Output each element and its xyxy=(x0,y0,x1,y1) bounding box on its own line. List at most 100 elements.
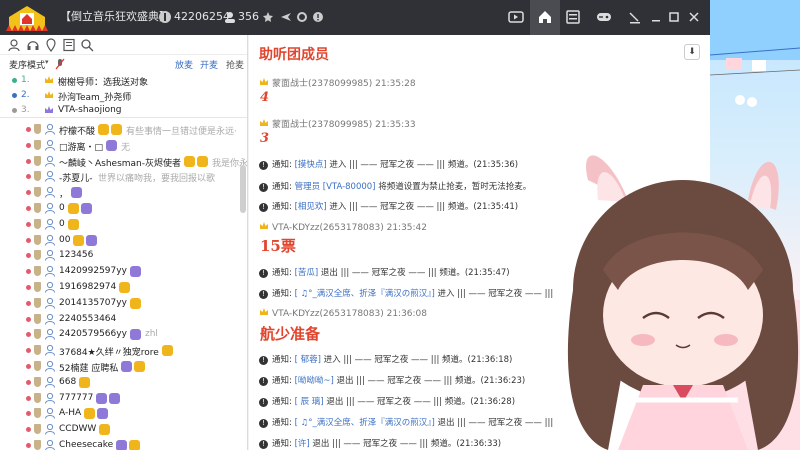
grab-mic-link[interactable]: 抢麦 xyxy=(226,58,244,71)
user-list-item[interactable]: □游离・□ 无 xyxy=(0,137,240,154)
user-avatar-icon xyxy=(45,376,55,388)
user-avatar-icon xyxy=(45,439,55,450)
user-avatar-icon xyxy=(45,313,55,325)
user-list-item[interactable]: 668 xyxy=(0,374,240,391)
notice-text: 进入 ||| —— 冠军之夜 —— ||| 频道。(21:35:36) xyxy=(326,160,519,170)
maximize-icon[interactable] xyxy=(668,9,680,25)
user-name: A-HA xyxy=(59,408,82,419)
sender-and-time: 蒙面战士(2378099985) 21:35:28 xyxy=(272,79,416,89)
notice-user[interactable]: [许] xyxy=(295,439,310,449)
gamepad-icon[interactable] xyxy=(596,9,612,25)
plane-icon[interactable] xyxy=(280,9,292,25)
scroll-bottom-button[interactable]: ⬇ xyxy=(684,44,700,60)
notice-user[interactable]: [ ♫°_满汉全席、折泽『满汉の煎汉』] xyxy=(295,418,435,428)
crown-icon xyxy=(45,76,53,83)
mic-queue-item[interactable]: 3. VTA-shaojiong xyxy=(0,103,247,118)
crown-icon xyxy=(260,308,268,315)
user-list-item[interactable]: 0 xyxy=(0,200,240,217)
list-icon[interactable] xyxy=(566,9,580,25)
star-icon[interactable] xyxy=(262,9,274,25)
notes-icon[interactable] xyxy=(62,38,76,52)
online-dot xyxy=(26,174,31,180)
notice-user[interactable]: [ 辰 璃] xyxy=(295,397,324,407)
minimize-tray-icon[interactable] xyxy=(628,9,642,25)
user-list-item[interactable]: CCDWW xyxy=(0,421,240,438)
open-mic-link[interactable]: 开麦 xyxy=(200,58,218,71)
user-list-item[interactable]: 52楠莛 应聘私 xyxy=(0,358,240,375)
mic-muted-icon[interactable] xyxy=(55,58,65,70)
member-shield-icon xyxy=(34,266,41,277)
online-dot xyxy=(26,427,31,433)
user-list-scrollbar[interactable] xyxy=(240,165,246,213)
user-list-item[interactable]: A-HA xyxy=(0,405,240,422)
crown-badge-icon xyxy=(84,408,95,420)
user-list-item[interactable]: 37684★久绊〃独宠rore xyxy=(0,342,240,359)
user-signature: 无 xyxy=(121,142,131,153)
notice-user[interactable]: [摸快点] xyxy=(295,160,327,170)
search-icon[interactable] xyxy=(80,38,94,52)
notice-user[interactable]: 管理员 [VTA-80000] xyxy=(295,182,376,192)
user-icon[interactable] xyxy=(7,38,21,52)
notice-text: 进入 ||| —— 冠军之夜 —— ||| 频道。(21:35:41) xyxy=(326,202,519,212)
mic-mode-select[interactable]: 麦序模式 xyxy=(9,58,45,71)
user-list-item[interactable]: ～麟崚丶Ashesman-灰烬使者我是你永远 xyxy=(0,153,247,170)
vip-badge-icon xyxy=(96,392,107,404)
online-dot xyxy=(26,127,31,132)
tab-home[interactable] xyxy=(530,0,560,35)
vip-badge-icon xyxy=(81,203,92,214)
info-icon[interactable] xyxy=(312,9,324,25)
close-icon[interactable] xyxy=(688,9,700,25)
user-list-item[interactable]: Cheesecake xyxy=(0,437,240,450)
member-shield-icon xyxy=(34,203,41,213)
notice-user[interactable]: [相见欢] xyxy=(295,202,327,212)
user-list-item[interactable]: 777777 xyxy=(0,390,240,407)
user-list-item[interactable]: ， xyxy=(0,184,240,201)
user-name: 37684★久绊〃独宠rore xyxy=(59,348,159,359)
mic-queue-item[interactable]: 1. 榭榭导师：选我送对象 xyxy=(0,73,247,88)
mic-queue-item[interactable]: 2. 孙洵Team_孙尧师 xyxy=(0,88,247,103)
user-avatar-icon xyxy=(45,171,55,183)
user-name: 0 xyxy=(59,218,65,229)
member-shield-icon xyxy=(34,234,41,245)
video-icon[interactable] xyxy=(508,9,524,25)
gear-icon[interactable] xyxy=(296,9,308,25)
member-shield-icon xyxy=(34,124,41,134)
user-list-item[interactable]: 2240553464 xyxy=(0,311,240,328)
user-avatar-icon xyxy=(45,329,55,341)
room-id: 42206254 xyxy=(174,10,230,23)
user-list-item[interactable]: 2014135707yy xyxy=(0,295,240,312)
chat-message-header: VTA-KDYzz(2653178083) 21:35:42 xyxy=(259,221,427,235)
member-shield-icon xyxy=(34,376,41,387)
user-list-item[interactable]: 柠檬不酸 有些事情一旦错过便是永远· xyxy=(0,121,240,138)
user-list-item[interactable]: 123456 xyxy=(0,247,240,264)
system-notice: ! 通知: [ 辰 璃] 退出 ||| —— 冠军之夜 —— ||| 频道。(21… xyxy=(259,395,515,409)
crown-badge-icon xyxy=(68,218,79,230)
notice-text: 退出 ||| —— 冠军之夜 —— ||| 频道。(21:36:28) xyxy=(323,397,516,407)
user-list-item[interactable]: 2420579566yy zhl xyxy=(0,326,240,343)
notice-user[interactable]: [ 郁蓉] xyxy=(295,355,321,365)
user-list-item[interactable]: 1420992597yy xyxy=(0,263,240,280)
user-avatar-icon xyxy=(45,202,55,214)
user-list-item[interactable]: 0 xyxy=(0,216,240,233)
chevron-down-icon[interactable]: ▾ xyxy=(45,58,49,66)
sender-and-time: VTA-KDYzz(2653178083) 21:35:42 xyxy=(272,223,428,233)
release-mic-link[interactable]: 放麦 xyxy=(175,58,193,71)
user-list-item[interactable]: 00 xyxy=(0,232,240,249)
user-list-item[interactable]: 1916982974 xyxy=(0,279,240,296)
minimize-icon[interactable] xyxy=(650,9,662,25)
notice-user[interactable]: [ ♫°_满汉全席、折泽『满汉の煎汉』] xyxy=(295,289,435,299)
notice-user[interactable]: [苦瓜] xyxy=(295,268,319,278)
headset-icon[interactable] xyxy=(26,38,40,52)
online-dot xyxy=(26,269,31,275)
crown-badge-icon xyxy=(79,376,90,388)
online-dot xyxy=(26,190,31,196)
notice-user[interactable]: [呦呦呦~] xyxy=(295,376,334,386)
online-dot xyxy=(26,237,31,243)
member-toolbar xyxy=(0,35,247,55)
online-dot xyxy=(26,395,31,401)
location-icon[interactable] xyxy=(44,38,58,52)
user-list-item[interactable]: -苏夏儿- 世界以痛吻我，要我回报以歌 xyxy=(0,168,240,185)
mic-queue: 1. 榭榭导师：选我送对象 2. 孙洵Team_孙尧师 3. VTA-shaojiong xyxy=(0,73,247,118)
user-name: 1916982974 xyxy=(59,282,117,292)
rank-number: 1. xyxy=(21,75,30,85)
